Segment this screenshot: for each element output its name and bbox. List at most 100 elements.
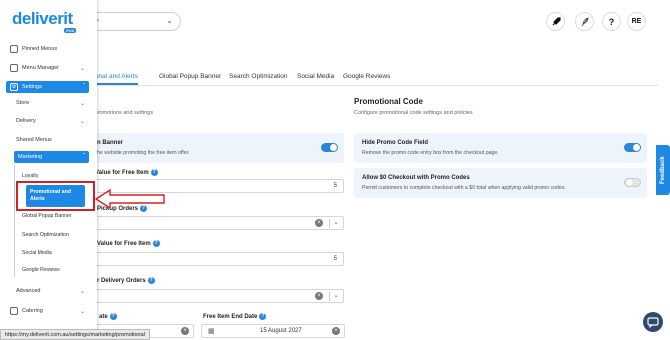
section-description: n promotions and settings xyxy=(90,110,153,116)
card-description: Permit customers to complete checkout wi… xyxy=(362,185,566,191)
sidebar-item-shared-menus[interactable]: Shared Menus xyxy=(6,134,89,146)
chevron-down-icon: ⌄ xyxy=(79,118,85,125)
sidebar-item-label: Menu Manager xyxy=(22,65,59,71)
sidebar-item-label: Shared Menus xyxy=(16,137,52,143)
pin-icon xyxy=(10,45,18,53)
divider xyxy=(329,292,330,301)
sidebar-item-label: Catering xyxy=(22,308,43,314)
clear-icon[interactable]: × xyxy=(315,219,323,227)
delivery-orders-select[interactable]: × ⌄ xyxy=(88,289,344,303)
tab-global-popup-banner[interactable]: Global Popup Banner xyxy=(159,73,221,80)
field-label: r Delivery Orders xyxy=(97,278,146,285)
sidebar-item-delivery[interactable]: Delivery ⌄ xyxy=(6,115,89,127)
feedback-tab[interactable]: Feedback xyxy=(656,145,670,195)
hide-promo-toggle[interactable] xyxy=(624,143,641,152)
card-title: Allow $0 Checkout with Promo Codes xyxy=(362,175,470,181)
field-value: 5 xyxy=(333,183,337,189)
settings-tabs: otional and Alerts Global Popup Banner S… xyxy=(88,72,658,86)
sidebar-item-catering[interactable]: Catering ⌄ xyxy=(6,305,89,317)
field-value: 15 August 2027 xyxy=(260,328,302,334)
chat-icon xyxy=(647,317,659,329)
info-icon[interactable]: ? xyxy=(109,313,117,320)
sidebar-item-label: Loyalty xyxy=(22,173,39,179)
help-icon[interactable]: ? xyxy=(602,12,621,31)
promo-section-title: Promotional Code xyxy=(354,97,423,106)
chevron-down-icon: ⌄ xyxy=(79,65,85,72)
logo: deliverit xyxy=(12,9,73,28)
sidebar-item-menu-manager[interactable]: Menu Manager ⌄ xyxy=(6,62,89,74)
free-item-banner-card: n Banner he website promoting the free i… xyxy=(88,133,344,163)
catering-icon xyxy=(10,307,18,315)
sidebar-item-store[interactable]: Store ⌄ xyxy=(6,97,89,109)
chevron-down-icon: ⌄ xyxy=(166,16,173,25)
clear-icon[interactable]: × xyxy=(315,292,323,300)
sidebar-item-label: Global Popup Banner xyxy=(22,213,72,219)
info-icon[interactable]: ? xyxy=(152,240,160,247)
top-bar: › ⌄ ? RE xyxy=(0,0,670,44)
annotation-arrow xyxy=(94,188,165,210)
feather-icon[interactable] xyxy=(575,12,594,31)
chevron-down-icon[interactable]: ⌄ xyxy=(333,291,339,299)
sidebar-item-global-popup-banner[interactable]: Global Popup Banner xyxy=(6,210,89,222)
browser-status-url: https://my.deliverit.com.au/settings/mar… xyxy=(0,329,150,340)
clear-icon[interactable]: × xyxy=(332,327,340,335)
gear-icon: ⚙ xyxy=(10,83,18,91)
field-value: 5 xyxy=(333,256,337,262)
chevron-down-icon: ⌄ xyxy=(79,100,85,107)
info-icon[interactable]: ? xyxy=(150,169,158,176)
hide-promo-card: Hide Promo Code Field Remove the promo c… xyxy=(354,133,647,163)
chevron-up-icon: ˆ xyxy=(83,84,85,90)
sidebar: deliverit ewa Pinned Menus Menu Manager ⌄… xyxy=(0,0,97,340)
pickup-orders-select[interactable]: × ⌄ xyxy=(88,216,344,230)
chat-button[interactable] xyxy=(643,312,663,332)
free-item-banner-toggle[interactable] xyxy=(321,143,338,152)
card-description: he website promoting the free item offer… xyxy=(97,150,190,156)
field-label: Value for Free Item xyxy=(95,170,149,177)
sidebar-item-label: Marketing xyxy=(18,154,43,160)
sidebar-item-pinned-menus[interactable]: Pinned Menus xyxy=(6,43,89,55)
annotation-highlight-box xyxy=(16,181,95,211)
tab-google-reviews[interactable]: Google Reviews xyxy=(343,73,390,80)
sidebar-item-social-media[interactable]: Social Media xyxy=(6,247,89,259)
end-date-label: Free Item End Date? xyxy=(203,313,267,321)
field-label: y Value for Free Item xyxy=(92,241,151,248)
card-title: n Banner xyxy=(97,140,124,146)
info-icon[interactable]: ? xyxy=(147,277,155,284)
tab-social-media[interactable]: Social Media xyxy=(297,73,334,80)
clear-icon[interactable]: × xyxy=(181,327,189,335)
card-description: Remove the promo code entry box from the… xyxy=(362,150,499,156)
field-label: Free Item End Date xyxy=(203,314,258,321)
divider xyxy=(329,219,330,228)
sidebar-item-google-reviews[interactable]: Google Reviews xyxy=(6,264,89,276)
chevron-down-icon[interactable]: ⌄ xyxy=(333,218,339,226)
calendar-icon: ▦ xyxy=(208,328,215,335)
allow-zero-checkout-toggle[interactable] xyxy=(624,178,641,187)
field-label: ate xyxy=(99,314,108,321)
tab-search-optimization[interactable]: Search Optimization xyxy=(229,73,288,80)
rocket-icon[interactable] xyxy=(546,12,565,31)
sidebar-item-label: Search Optimization xyxy=(22,232,69,238)
menu-icon xyxy=(10,64,18,72)
profile-avatar[interactable]: RE xyxy=(627,12,646,31)
sidebar-item-search-optimization[interactable]: Search Optimization xyxy=(6,229,89,241)
sidebar-item-label: Delivery xyxy=(16,118,36,124)
sidebar-item-label: Advanced xyxy=(16,288,41,294)
sidebar-item-advanced[interactable]: Advanced ⌄ xyxy=(6,285,89,297)
end-date-input[interactable]: ▦ 15 August 2027 × xyxy=(201,324,345,338)
location-select-value: › xyxy=(97,18,99,24)
sidebar-item-label: Store xyxy=(16,100,30,106)
sidebar-item-label: Settings xyxy=(22,84,42,90)
location-select[interactable]: › ⌄ xyxy=(88,12,181,31)
sidebar-item-settings[interactable]: ⚙ Settings ˆ xyxy=(6,81,89,93)
chevron-down-icon: ⌄ xyxy=(79,288,85,295)
delivery-orders-label: r Delivery Orders? xyxy=(97,277,155,284)
card-title: Hide Promo Code Field xyxy=(362,140,429,146)
sidebar-item-label: Google Reviews xyxy=(22,267,60,273)
info-icon[interactable]: ? xyxy=(259,313,267,320)
min-pickup-label: Value for Free Item? xyxy=(95,169,158,176)
sidebar-item-marketing[interactable]: Marketing ˆ xyxy=(14,151,89,163)
sidebar-item-label: Social Media xyxy=(22,250,52,256)
min-delivery-value-input[interactable]: 5 xyxy=(88,252,344,266)
logo-badge: ewa xyxy=(64,28,77,33)
promo-section-description: Configure promotional code settings and … xyxy=(354,110,473,116)
